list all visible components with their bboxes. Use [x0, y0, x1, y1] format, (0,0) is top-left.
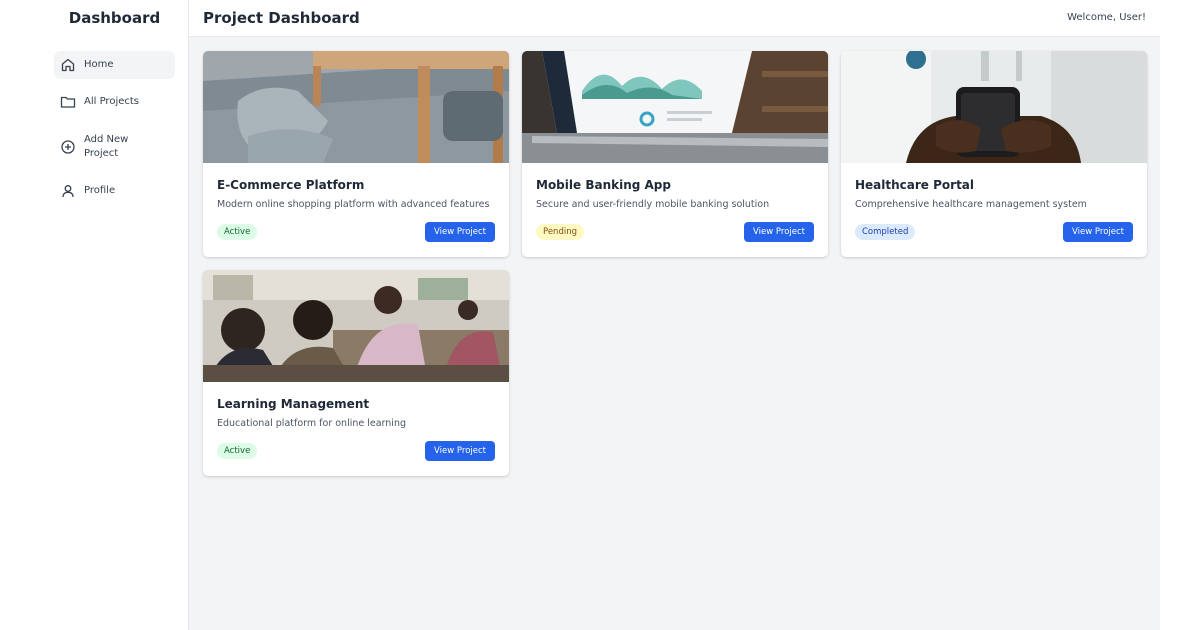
welcome-message: Welcome, User! [1067, 12, 1146, 23]
view-project-button[interactable]: View Project [1063, 222, 1133, 242]
project-description: Modern online shopping platform with adv… [217, 199, 490, 210]
sidebar-item-home[interactable]: Home [54, 51, 175, 79]
status-badge: Active [217, 443, 258, 459]
sidebar-item-profile[interactable]: Profile [54, 177, 175, 205]
app-window: Dashboard Home All Projects Add New Proj… [40, 0, 1160, 630]
plus-circle-icon [60, 139, 76, 155]
status-badge: Active [217, 224, 258, 240]
project-title: Mobile Banking App [536, 178, 671, 192]
status-badge: Completed [855, 224, 916, 240]
project-card: Healthcare Portal Comprehensive healthca… [841, 51, 1147, 257]
view-project-button[interactable]: View Project [425, 222, 495, 242]
status-badge: Pending [536, 224, 584, 240]
sidebar-title: Dashboard [68, 9, 161, 27]
user-icon [60, 183, 76, 199]
project-title: Healthcare Portal [855, 178, 975, 192]
sidebar-item-label: Add New Project [84, 134, 129, 159]
project-image [203, 51, 509, 163]
project-description: Secure and user-friendly mobile banking … [536, 199, 770, 210]
view-project-button[interactable]: View Project [744, 222, 814, 242]
project-image [841, 51, 1147, 163]
home-icon [60, 57, 76, 73]
project-card: E-Commerce Platform Modern online shoppi… [203, 51, 509, 257]
sidebar-item-label: Profile [84, 185, 116, 196]
folder-icon [60, 94, 76, 110]
sidebar-item-label: Home [84, 59, 114, 70]
view-project-button[interactable]: View Project [425, 441, 495, 461]
project-description: Comprehensive healthcare management syst… [855, 199, 1087, 210]
sidebar-item-all-projects[interactable]: All Projects [54, 88, 175, 116]
project-image [522, 51, 828, 163]
project-card: Learning Management Educational platform… [203, 270, 509, 476]
sidebar-item-add-new-project[interactable]: Add New Project [54, 128, 175, 166]
top-header: Project Dashboard Welcome, User! [189, 0, 1160, 37]
sidebar-item-label: All Projects [84, 96, 139, 107]
sidebar: Dashboard Home All Projects Add New Proj… [40, 0, 189, 630]
main-content: E-Commerce Platform Modern online shoppi… [189, 37, 1160, 630]
page-title: Project Dashboard [203, 9, 360, 27]
project-title: E-Commerce Platform [217, 178, 365, 192]
project-image [203, 270, 509, 382]
project-card: Mobile Banking App Secure and user-frien… [522, 51, 828, 257]
project-description: Educational platform for online learning [217, 418, 406, 429]
project-title: Learning Management [217, 397, 370, 411]
